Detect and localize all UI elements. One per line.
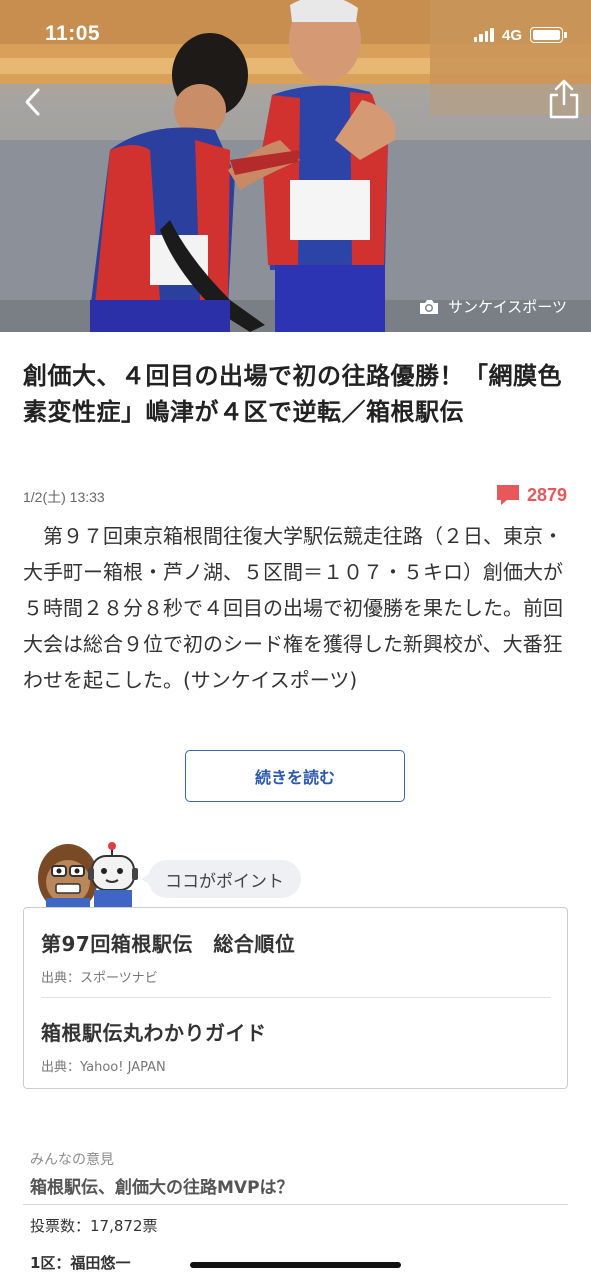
vote-count: 投票数：17,872票 — [30, 1217, 158, 1235]
vote-option[interactable]: 1区：福田悠一 — [30, 1252, 130, 1273]
point-divider — [41, 997, 551, 998]
article-date: 1/2(土) 13:33 — [23, 489, 105, 505]
point-item-source: 出典：Yahoo! JAPAN — [41, 1060, 166, 1075]
status-time: 11:05 — [45, 22, 101, 45]
point-link-ranking[interactable]: 第97回箱根駅伝 総合順位 出典：スポーツナビ — [41, 928, 551, 986]
signal-icon — [473, 28, 494, 42]
mascot-characters-icon — [38, 842, 138, 910]
comment-count: 2879 — [526, 484, 567, 505]
home-indicator[interactable] — [190, 1262, 401, 1268]
comment-icon — [496, 485, 519, 505]
point-item-title: 箱根駅伝丸わかりガイド — [41, 1021, 267, 1045]
share-icon — [549, 79, 579, 119]
back-button[interactable] — [16, 84, 52, 120]
point-box: 第97回箱根駅伝 総合順位 出典：スポーツナビ 箱根駅伝丸わかりガイド 出典：Y… — [23, 907, 568, 1089]
battery-icon — [530, 27, 567, 43]
network-type: 4G — [501, 26, 522, 44]
camera-icon — [420, 299, 439, 314]
hero-photo: 11:05 4G サンケイスポーツ — [0, 0, 591, 332]
photo-credit-text: サンケイスポーツ — [448, 298, 567, 316]
point-label: ココがポイント — [141, 860, 301, 898]
point-item-source: 出典：スポーツナビ — [41, 971, 158, 986]
photo-credit: サンケイスポーツ — [418, 296, 567, 317]
read-more-button[interactable]: 続きを読む — [185, 750, 405, 802]
opinion-question[interactable]: 箱根駅伝、創価大の往路MVPは？ — [30, 1173, 294, 1198]
status-bar: 11:05 4G — [0, 0, 591, 70]
point-item-title: 第97回箱根駅伝 総合順位 — [41, 932, 296, 956]
status-indicators: 4G — [473, 25, 567, 45]
share-button[interactable] — [546, 78, 582, 120]
opinion-divider — [23, 1204, 568, 1205]
chevron-left-icon — [25, 88, 40, 116]
opinion-label: みんなの意見 — [30, 1152, 114, 1168]
article-body: 第９７回東京箱根間往復大学駅伝競走往路（２日、東京・大手町ー箱根・芦ノ湖、５区間… — [23, 524, 563, 692]
comments-link[interactable]: 2879 — [495, 483, 567, 507]
article-headline: 創価大、４回目の出場で初の往路優勝！「網膜色素変性症」嶋津が４区で逆転／箱根駅伝 — [23, 362, 562, 426]
point-link-guide[interactable]: 箱根駅伝丸わかりガイド 出典：Yahoo! JAPAN — [41, 1017, 551, 1075]
